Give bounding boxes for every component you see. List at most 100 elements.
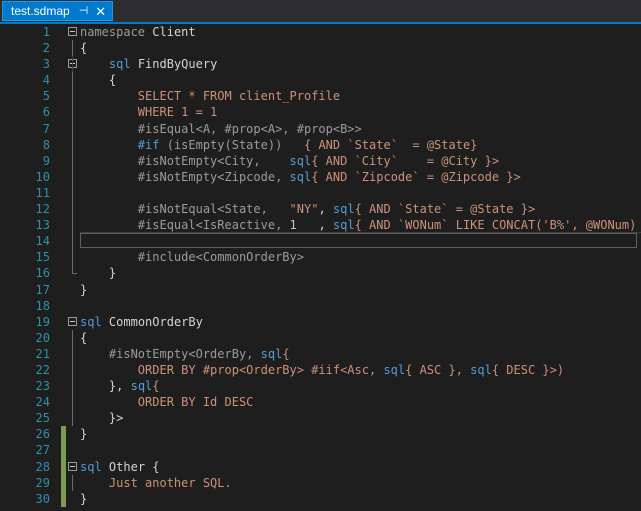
token-string: "NY" [290, 202, 319, 216]
token-directive: #isNotEmpty<OrderBy, [109, 347, 254, 361]
code-line[interactable]: 20 { [0, 330, 641, 346]
token-keyword: sql [333, 202, 355, 216]
tab-test-sdmap[interactable]: test.sdmap ⊣ ✕ [2, 1, 113, 21]
line-number: 20 [0, 330, 50, 346]
code-line[interactable]: 4 { [0, 72, 641, 88]
line-content: ORDER BY Id DESC [80, 394, 253, 410]
token-punctuation: }, [109, 379, 131, 393]
token-sql: { AND `WONum` LIKE CONCAT('B%', @WONum) … [355, 218, 641, 232]
code-line[interactable]: 23 }, sql{ [0, 378, 641, 394]
fold-toggle-icon[interactable] [66, 314, 80, 330]
horizontal-separator [80, 232, 641, 233]
code-line[interactable]: 6 WHERE 1 = 1 [0, 104, 641, 120]
close-icon[interactable]: ✕ [95, 5, 106, 18]
fold-guide-icon [66, 169, 80, 185]
line-content: #if (isEmpty(State)) { AND `State` = @St… [80, 137, 477, 153]
line-number: 13 [0, 217, 50, 233]
code-line[interactable]: 19 sql CommonOrderBy [0, 314, 641, 330]
code-line[interactable]: 18 [0, 298, 641, 314]
token-keyword: sql [131, 379, 153, 393]
code-line[interactable]: 9 #isNotEmpty<City, sql{ AND `City` = @C… [0, 153, 641, 169]
code-line[interactable]: 21 #isNotEmpty<OrderBy, sql{ [0, 346, 641, 362]
line-content: #isNotEmpty<OrderBy, sql{ [80, 346, 290, 362]
line-content: }> [80, 410, 123, 426]
code-line[interactable]: 27 [0, 442, 641, 458]
line-number: 24 [0, 394, 50, 410]
token-sql: { [152, 379, 159, 393]
code-line[interactable]: 12 #isNotEqual<State, "NY", sql{ AND `St… [0, 201, 641, 217]
line-number: 23 [0, 378, 50, 394]
fold-toggle-icon[interactable] [66, 24, 80, 40]
line-number: 10 [0, 169, 50, 185]
line-number: 22 [0, 362, 50, 378]
token-name: FindByQuery [138, 57, 217, 71]
token-keyword: sql [80, 460, 102, 474]
token-sql: WHERE 1 = 1 [138, 105, 217, 119]
fold-guide-icon [66, 153, 80, 169]
code-line[interactable]: 11 [0, 185, 641, 201]
code-line[interactable]: 24 ORDER BY Id DESC [0, 394, 641, 410]
fold-end-icon [66, 282, 80, 298]
code-line[interactable]: 30 } [0, 491, 641, 507]
code-line[interactable]: 3 sql FindByQuery [0, 56, 641, 72]
token-keyword: sql [290, 170, 312, 184]
line-number: 29 [0, 475, 50, 491]
line-content: { [80, 330, 87, 346]
code-line[interactable]: 26 } [0, 426, 641, 442]
line-number: 15 [0, 249, 50, 265]
token-punctuation: { [152, 460, 159, 474]
line-number: 9 [0, 153, 50, 169]
fold-end-icon [66, 426, 80, 442]
line-content: } [80, 265, 116, 281]
line-content: } [80, 282, 87, 298]
line-content: SELECT * FROM client_Profile [80, 88, 340, 104]
line-number: 16 [0, 265, 50, 281]
token-directive: #isEqual<IsReactive, [138, 218, 283, 232]
code-line[interactable]: 13 #isEqual<IsReactive, 1 , sql{ AND `WO… [0, 217, 641, 233]
code-line[interactable]: 25 }> [0, 410, 641, 426]
line-number: 5 [0, 88, 50, 104]
token-directive: #include<CommonOrderBy> [138, 250, 304, 264]
tab-strip: test.sdmap ⊣ ✕ [0, 0, 641, 22]
fold-guide-icon [66, 346, 80, 362]
fold-guide-icon [66, 394, 80, 410]
code-line[interactable]: 10 #isNotEmpty<Zipcode, sql{ AND `Zipcod… [0, 169, 641, 185]
token-directive: #isNotEqual<State, [138, 202, 268, 216]
line-content: #isNotEqual<State, "NY", sql{ AND `State… [80, 201, 535, 217]
code-line[interactable]: 2 { [0, 40, 641, 56]
code-line[interactable]: 5 SELECT * FROM client_Profile [0, 88, 641, 104]
token-sql: ORDER BY Id DESC [138, 395, 254, 409]
token-keyword: sql [261, 347, 283, 361]
fold-guide-icon [66, 88, 80, 104]
code-line[interactable]: 28 sql Other { [0, 459, 641, 475]
fold-toggle-icon[interactable] [66, 459, 80, 475]
code-line[interactable]: 22 ORDER BY #prop<OrderBy> #iif<Asc, sql… [0, 362, 641, 378]
token-sql-mid: { ASC }, [405, 363, 470, 377]
current-line-highlight [80, 233, 637, 248]
fold-toggle-icon[interactable] [66, 56, 80, 72]
line-content: WHERE 1 = 1 [80, 104, 217, 120]
line-number: 25 [0, 410, 50, 426]
code-line[interactable]: 17 } [0, 282, 641, 298]
token-directive: #isEqual<A, #prop<A>, #prop<B>> [138, 122, 362, 136]
code-line[interactable]: 15 #include<CommonOrderBy> [0, 249, 641, 265]
tab-title: test.sdmap [11, 5, 70, 17]
code-editor-surface[interactable]: 1 namespace Client 2 { 3 sql FindByQuery… [0, 24, 641, 511]
line-number: 2 [0, 40, 50, 56]
fold-guide-icon [66, 40, 80, 56]
token-keyword: sql [109, 57, 131, 71]
pin-icon[interactable]: ⊣ [79, 6, 89, 17]
code-line[interactable]: 7 #isEqual<A, #prop<A>, #prop<B>> [0, 121, 641, 137]
fold-guide-icon [66, 378, 80, 394]
line-content: #isNotEmpty<City, sql{ AND `City` = @Cit… [80, 153, 499, 169]
line-number: 21 [0, 346, 50, 362]
code-line[interactable]: 1 namespace Client [0, 24, 641, 40]
token-keyword: namespace [80, 25, 145, 39]
code-line[interactable]: 8 #if (isEmpty(State)) { AND `State` = @… [0, 137, 641, 153]
token-keyword: sql [333, 218, 355, 232]
fold-guide-icon [66, 362, 80, 378]
code-line[interactable]: 29 Just another SQL. [0, 475, 641, 491]
line-content: sql Other { [80, 459, 160, 475]
code-line-current[interactable]: 14 [0, 233, 641, 249]
code-line[interactable]: 16 } [0, 265, 641, 281]
